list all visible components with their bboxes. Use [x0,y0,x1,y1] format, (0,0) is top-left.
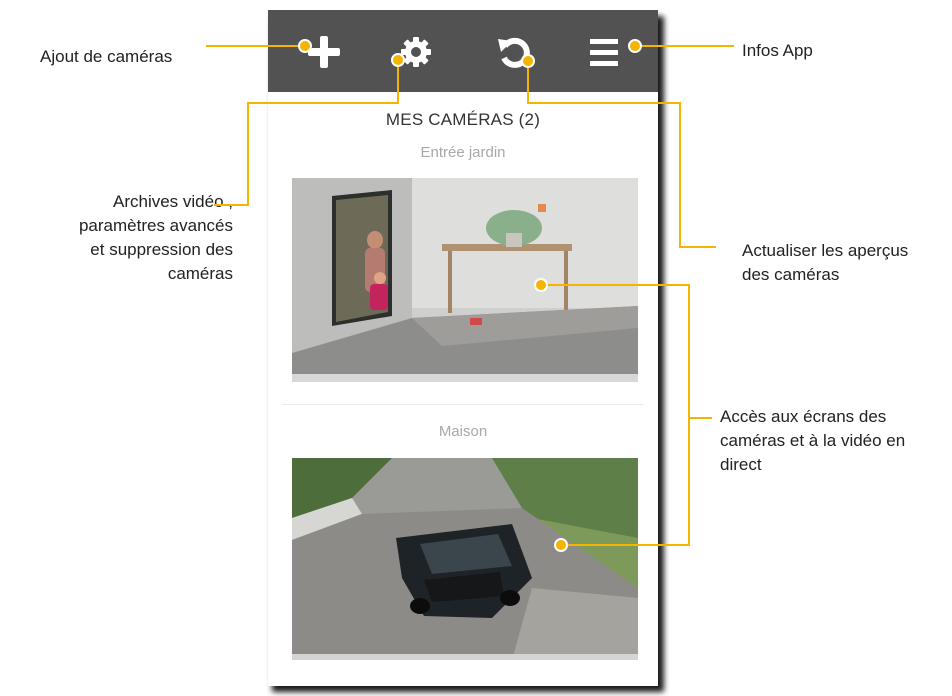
label-refresh-line: des caméras [742,265,840,284]
menu-button[interactable] [582,30,626,74]
label-archives-line: caméras [167,264,233,283]
label-archives-line: paramètres avancés [78,216,233,235]
label-infos-app: Infos App [742,41,813,60]
label-archives-line: et suppression des [90,240,233,259]
add-camera-button[interactable] [302,30,346,74]
plus-icon [308,36,340,68]
refresh-icon [498,37,530,68]
label-archives: Archives vidéo , paramètres avancés et s… [79,190,233,286]
camera-feed-entree-jardin[interactable] [292,178,638,382]
camera-name: Maison [438,423,488,440]
screen-title: MES CAMÉRAS (2) [385,110,541,129]
label-access-line: direct [720,455,762,474]
refresh-button[interactable] [492,30,536,74]
label-access-line: Accès aux écrans des [720,407,887,426]
app-toolbar [268,10,658,92]
camera-preview-image [292,178,638,382]
divider [282,404,644,405]
label-archives-line: Archives vidéo , [113,192,233,211]
camera-preview-image [292,458,638,660]
label-access: Accès aux écrans des caméras et à la vid… [720,405,905,477]
label-add-cameras: Ajout de caméras [40,47,173,66]
camera-feed-maison[interactable] [292,458,638,660]
label-refresh-line: Actualiser les aperçus [742,241,909,260]
gear-icon [401,37,431,67]
menu-icon [590,39,618,66]
phone-screen: MES CAMÉRAS (2) Entrée jardin Maison [268,10,658,686]
camera-name: Entrée jardin [420,144,506,161]
settings-button[interactable] [394,30,438,74]
label-refresh: Actualiser les aperçus des caméras [742,239,908,287]
label-access-line: caméras et à la vidéo en [720,431,906,450]
